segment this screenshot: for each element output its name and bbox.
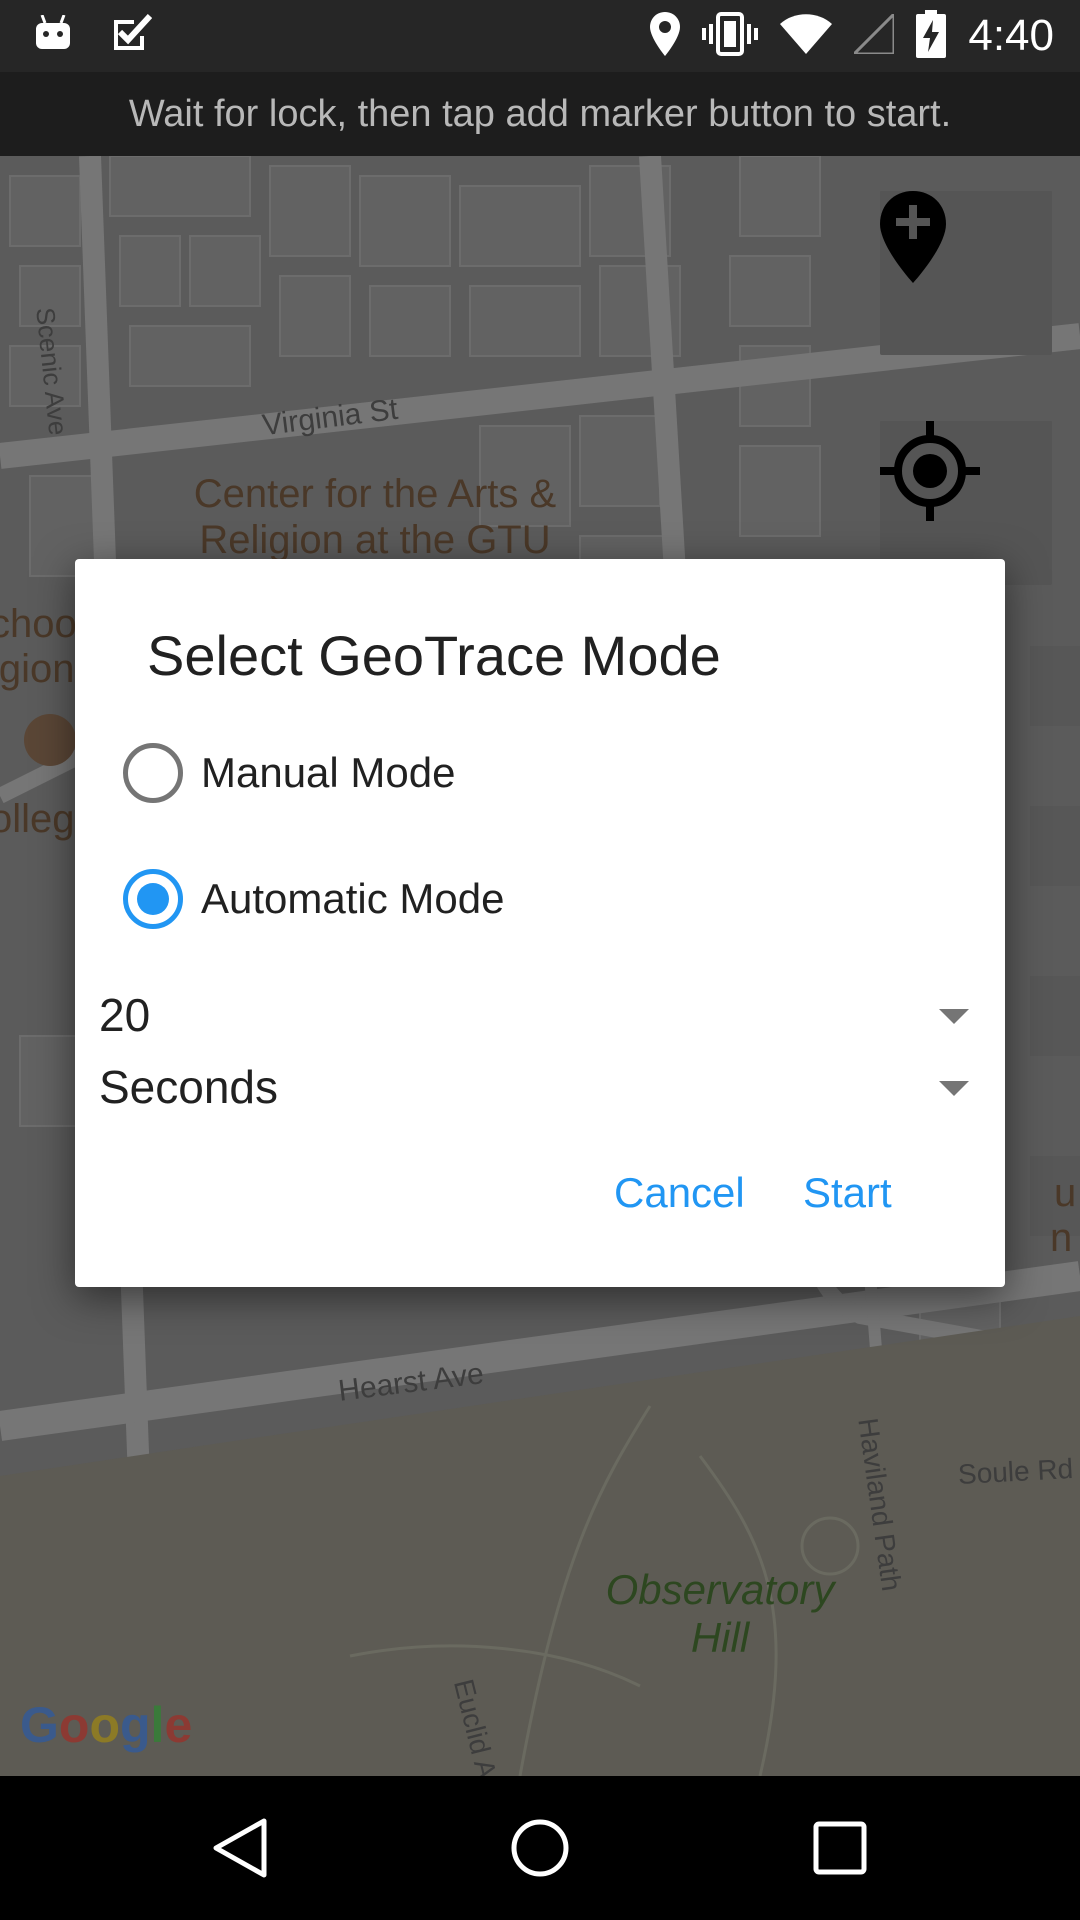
dialog-title: Select GeoTrace Mode xyxy=(147,624,721,687)
poi-label-school: choo xyxy=(0,602,77,646)
google-logo: Google xyxy=(20,1697,193,1753)
back-button[interactable] xyxy=(200,1808,280,1888)
poi-label-college: olleg xyxy=(0,797,75,841)
interval-value-dropdown[interactable]: 20 xyxy=(99,980,969,1050)
park-line-2: Hill xyxy=(690,1614,750,1661)
signal-icon xyxy=(850,10,896,58)
poi-line-1: Center for the Arts & xyxy=(193,472,557,516)
interval-unit: Seconds xyxy=(99,1061,279,1113)
recents-icon xyxy=(813,1821,867,1875)
school-icon xyxy=(24,714,76,766)
label-fragment-right-2: n xyxy=(1050,1216,1073,1260)
dropdown-arrow-icon xyxy=(939,1081,969,1096)
manual-mode-radio[interactable] xyxy=(123,743,183,803)
cancel-button[interactable]: Cancel xyxy=(604,1169,755,1217)
back-icon xyxy=(213,1818,267,1878)
recents-button[interactable] xyxy=(800,1808,880,1888)
home-icon xyxy=(511,1819,569,1877)
interval-value: 20 xyxy=(99,989,151,1041)
manual-mode-label: Manual Mode xyxy=(201,749,456,796)
checkbox-icon xyxy=(112,13,153,56)
park-line-1: Observatory xyxy=(605,1566,835,1613)
automatic-mode-option[interactable]: Automatic Mode xyxy=(123,869,504,929)
status-bar: 4:40 xyxy=(0,0,1080,72)
poi-line-2: Religion at the GTU xyxy=(199,518,551,562)
dropdown-arrow-icon xyxy=(939,1009,969,1024)
battery-charging-icon xyxy=(916,10,947,62)
poi-label-arts: Center for the Arts & Religion at the GT… xyxy=(170,471,580,563)
geotrace-mode-dialog: Select GeoTrace Mode Manual Mode Automat… xyxy=(75,559,1005,1287)
start-button[interactable]: Start xyxy=(793,1169,902,1217)
automatic-mode-radio[interactable] xyxy=(123,869,183,929)
manual-mode-option[interactable]: Manual Mode xyxy=(123,743,455,803)
vibrate-icon xyxy=(702,12,759,60)
navigation-bar xyxy=(0,1776,1080,1920)
home-button[interactable] xyxy=(500,1808,580,1888)
interval-unit-dropdown[interactable]: Seconds xyxy=(99,1052,969,1122)
android-icon xyxy=(34,14,72,55)
clock: 4:40 xyxy=(968,11,1054,60)
add-marker-button[interactable] xyxy=(880,191,1052,355)
street-label-soule: Soule Rd xyxy=(957,1453,1074,1490)
location-icon xyxy=(650,12,681,60)
automatic-mode-label: Automatic Mode xyxy=(201,875,505,922)
wifi-icon xyxy=(780,14,833,58)
label-fragment-right-1: u xyxy=(1054,1171,1077,1215)
info-message: Wait for lock, then tap add marker butto… xyxy=(0,72,1080,156)
poi-label-religion: igion xyxy=(0,647,75,691)
park-label-observatory: Observatory Hill xyxy=(580,1566,860,1662)
